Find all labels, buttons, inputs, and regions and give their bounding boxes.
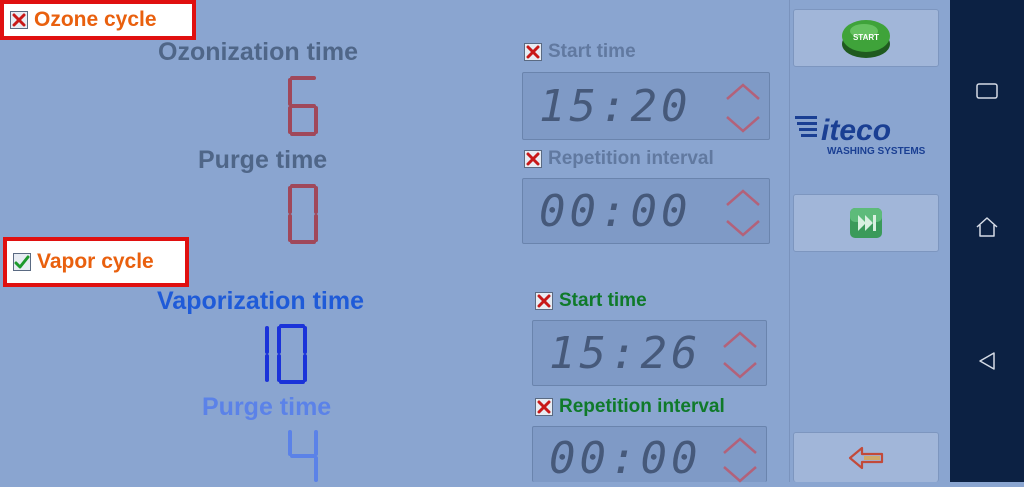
red-x-checkbox-icon xyxy=(10,11,28,29)
ozone-start-time-label: Start time xyxy=(548,41,636,62)
svg-text:START: START xyxy=(853,33,879,42)
vapor-repetition-row[interactable]: Repetition interval xyxy=(535,396,725,418)
nav-back-icon xyxy=(979,352,995,370)
start-button-icon: START xyxy=(842,20,890,58)
vapor-cycle-toggle[interactable]: Vapor cycle xyxy=(3,237,189,287)
ozone-purge-time-value[interactable]: 0 xyxy=(240,178,360,255)
vapor-start-time-value: 15:26 xyxy=(549,327,702,379)
ozone-purge-time-label: Purge time xyxy=(198,146,328,174)
vapor-cycle-label: Vapor cycle xyxy=(37,250,154,273)
vapor-repetition-field[interactable]: 00:00 xyxy=(532,426,767,484)
decrement-arrow-icon[interactable] xyxy=(725,217,761,239)
nav-back-button[interactable] xyxy=(950,341,1024,381)
vaporization-time-value[interactable]: 10 xyxy=(225,322,345,391)
ozonization-time-value[interactable]: 6 xyxy=(240,70,360,147)
red-x-checkbox-icon[interactable] xyxy=(535,292,553,310)
ozone-cycle-label: Ozone cycle xyxy=(34,8,157,31)
increment-arrow-icon[interactable] xyxy=(725,81,761,103)
vapor-purge-time-value[interactable]: 4 xyxy=(240,426,360,487)
decrement-arrow-icon[interactable] xyxy=(722,359,758,381)
system-navigation-bar xyxy=(950,0,1024,482)
skip-forward-icon xyxy=(850,208,882,238)
ozone-repetition-label: Repetition interval xyxy=(548,148,714,169)
vapor-repetition-label: Repetition interval xyxy=(559,396,725,417)
back-arrow-icon xyxy=(848,446,884,469)
vaporization-time-label: Vaporization time xyxy=(157,287,364,315)
ozone-start-time-value: 15:20 xyxy=(539,80,692,132)
decrement-arrow-icon[interactable] xyxy=(725,113,761,135)
increment-arrow-icon[interactable] xyxy=(722,435,758,457)
svg-text:iteco: iteco xyxy=(821,114,891,147)
skip-button[interactable] xyxy=(793,194,939,252)
green-check-checkbox-icon xyxy=(13,253,31,271)
panel-divider xyxy=(789,0,790,482)
vapor-purge-time-label: Purge time xyxy=(202,393,332,421)
ozone-repetition-field[interactable]: 00:00 xyxy=(522,178,770,244)
recent-apps-icon xyxy=(976,83,998,99)
ozone-start-time-row[interactable]: Start time xyxy=(524,41,636,63)
red-x-checkbox-icon[interactable] xyxy=(524,43,542,61)
red-x-checkbox-icon[interactable] xyxy=(524,150,542,168)
vapor-start-time-row[interactable]: Start time xyxy=(535,290,647,312)
vapor-start-time-field[interactable]: 15:26 xyxy=(532,320,767,386)
ozone-repetition-row[interactable]: Repetition interval xyxy=(524,148,714,170)
svg-text:WASHING SYSTEMS: WASHING SYSTEMS xyxy=(827,146,926,157)
ozone-cycle-toggle[interactable]: Ozone cycle xyxy=(0,0,196,40)
ozone-repetition-value: 00:00 xyxy=(539,185,692,237)
red-x-checkbox-icon[interactable] xyxy=(535,398,553,416)
increment-arrow-icon[interactable] xyxy=(725,187,761,209)
increment-arrow-icon[interactable] xyxy=(722,329,758,351)
home-button[interactable] xyxy=(950,207,1024,247)
iteco-logo: iteco WASHING SYSTEMS xyxy=(795,108,937,160)
back-button[interactable] xyxy=(793,432,939,482)
vapor-repetition-value: 00:00 xyxy=(549,433,702,484)
recent-apps-button[interactable] xyxy=(950,71,1024,111)
ozone-start-time-field[interactable]: 15:20 xyxy=(522,72,770,140)
home-icon xyxy=(976,217,998,237)
start-button[interactable]: START xyxy=(793,9,939,67)
ozonization-time-label: Ozonization time xyxy=(158,38,358,66)
vapor-start-time-label: Start time xyxy=(559,290,647,311)
